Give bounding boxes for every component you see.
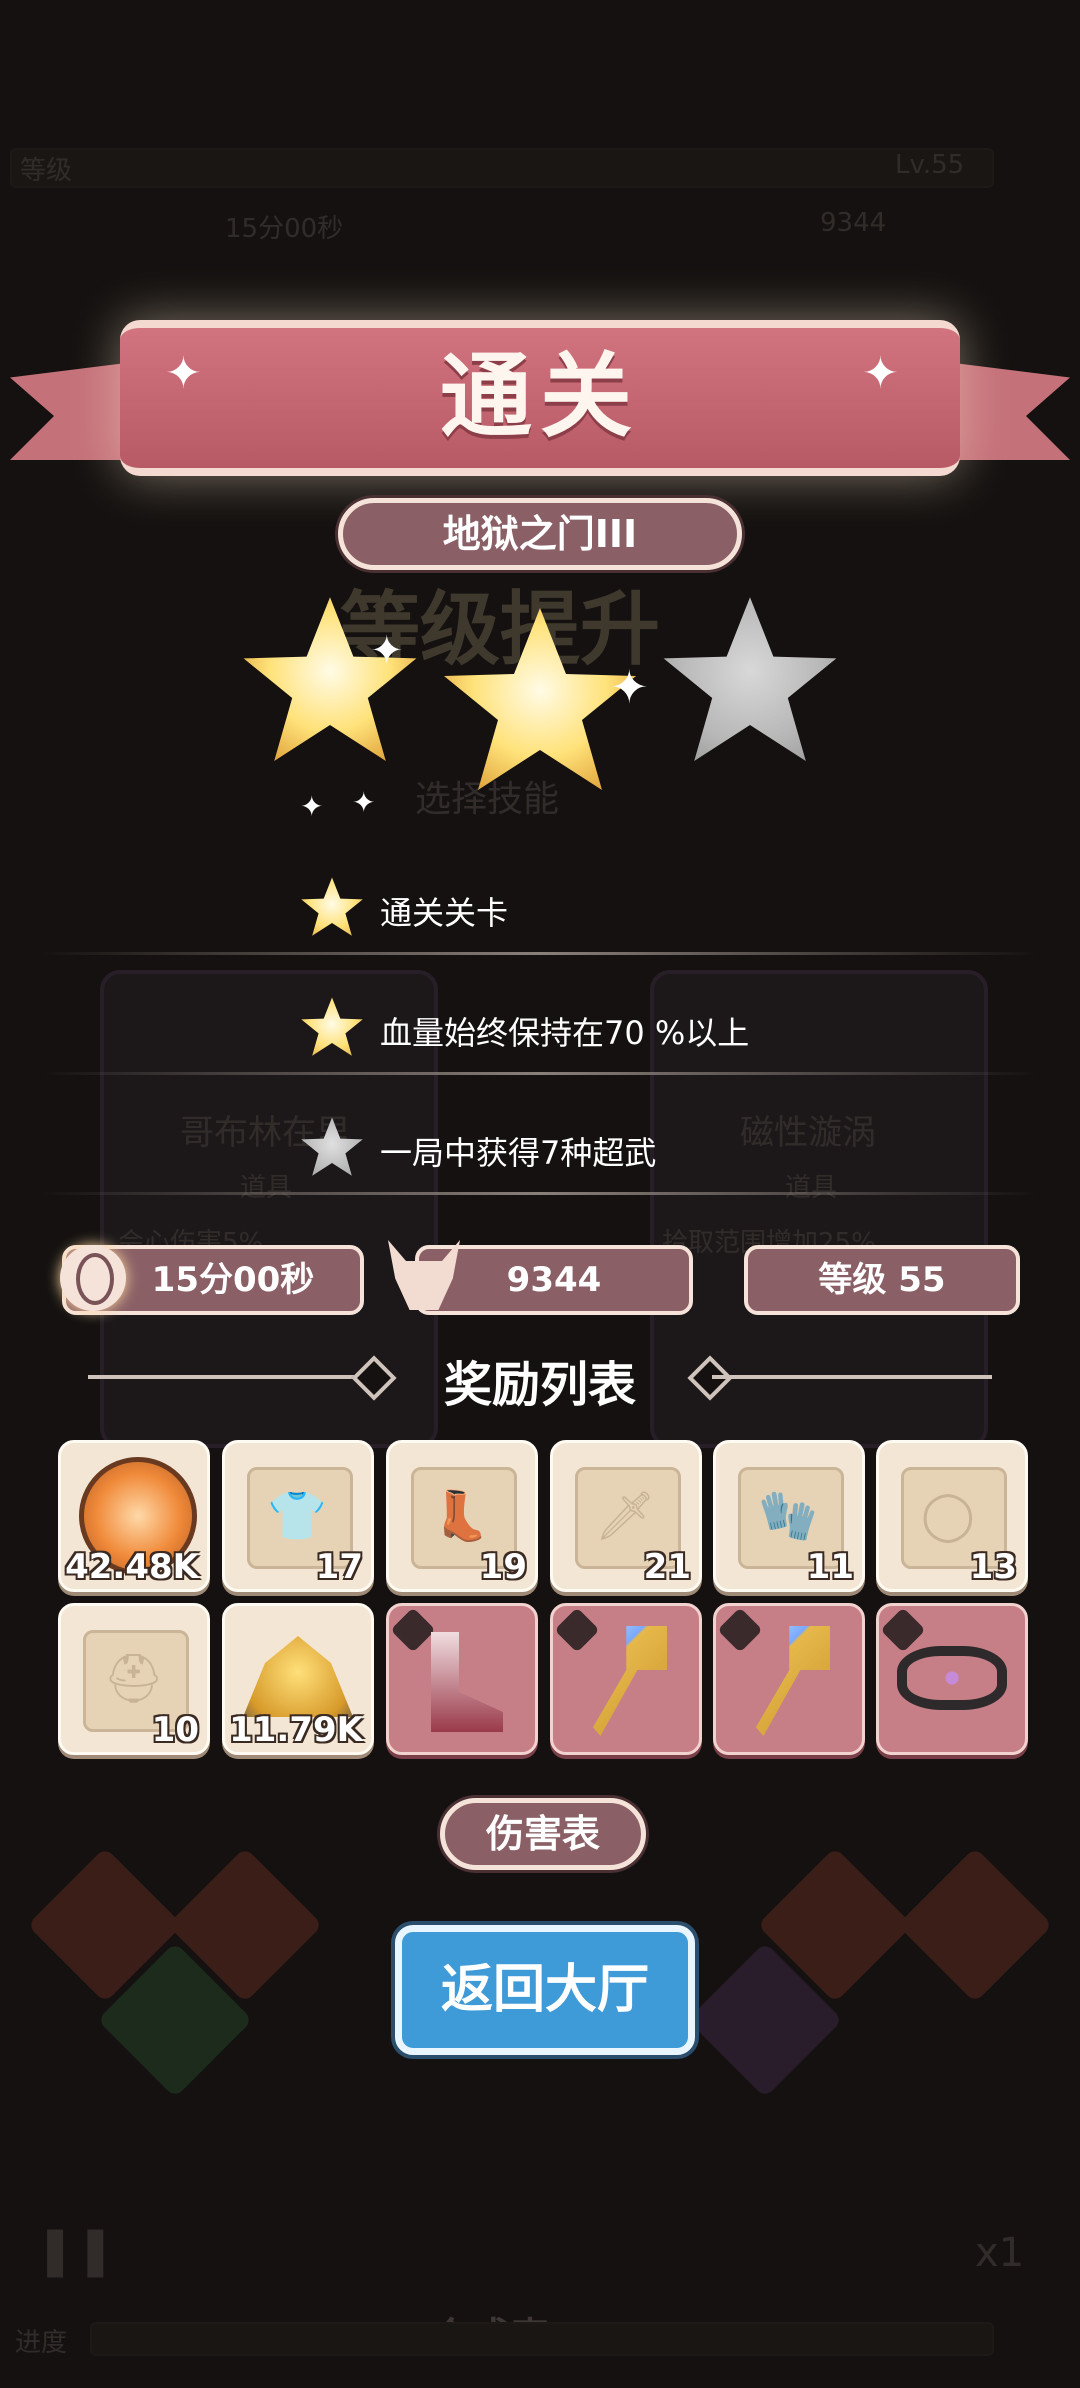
reward-slot[interactable]: 👢 19 [386,1440,538,1592]
reward-slot[interactable]: 42.48K [58,1440,210,1592]
scepter-equipment-icon [593,1626,667,1736]
card-left-type: 道具 [240,1173,293,1203]
kills-value: 9344 [506,1260,602,1300]
equipment-type-icon [554,1607,600,1653]
reward-count: 11.79K [229,1710,363,1750]
reward-slot[interactable] [386,1603,538,1755]
level-value: Lv.55 [895,150,965,180]
reward-slot[interactable]: 👕 17 [222,1440,374,1592]
rewards-title: 奖励列表 [443,1357,636,1413]
sparkle-icon: ✦ [165,348,202,399]
reward-slot[interactable] [713,1603,865,1755]
reward-count: 11 [806,1547,854,1587]
condition-1-text: 通关关卡 [380,894,509,932]
bg-timer: 15分00秒 [225,214,344,244]
boots-equipment-icon [431,1632,503,1732]
card-right-type: 道具 [785,1173,838,1203]
time-stat: 15分00秒 [60,1245,364,1315]
clock-icon [60,1245,126,1311]
reward-slot[interactable] [550,1603,702,1755]
condition-divider [40,952,1040,955]
level-stat: 等级 55 [744,1245,1020,1315]
equipment-type-icon [880,1607,926,1653]
reward-slot[interactable]: ◯ 13 [876,1440,1028,1592]
condition-3-text: 一局中获得7种超武 [380,1134,657,1172]
return-lobby-button[interactable]: 返回大厅 [395,1925,695,2055]
reward-count: 10 [151,1710,199,1750]
reward-count: 13 [969,1547,1017,1587]
reward-count: 17 [315,1547,363,1587]
reward-slot[interactable]: ⛑ 10 [58,1603,210,1755]
glove-scroll-icon: 🧤 [758,1488,818,1544]
time-value: 15分00秒 [151,1260,315,1300]
level-value: 等级 55 [818,1260,946,1300]
result-title: 通关 [439,343,640,450]
progress-label: 进度 [15,2328,68,2358]
level-progress-bar [10,148,994,188]
reward-slot[interactable]: 11.79K [222,1603,374,1755]
reward-slot[interactable]: 🗡 21 [550,1440,702,1592]
sparkle-icon: ✦ [370,628,404,674]
reward-slot[interactable] [876,1603,1028,1755]
sparkle-icon: ✦ [300,790,324,823]
sparkle-icon: ✦ [352,786,376,819]
weapon-slot-icon [897,1847,1053,2003]
equipment-type-icon [390,1607,436,1653]
progress-bar [90,2322,994,2356]
card-right-name: 磁性漩涡 [740,1113,876,1153]
helmet-scroll-icon: ⛑ [103,1651,164,1707]
scepter-equipment-icon [756,1626,830,1736]
condition-2-text: 血量始终保持在70 %以上 [380,1014,750,1052]
armor-scroll-icon: 👕 [267,1488,327,1544]
level-label: 等级 [20,156,73,186]
condition-divider [40,1072,1040,1075]
bg-kills: 9344 [820,208,887,238]
reward-count: 42.48K [65,1547,199,1587]
ring-scroll-icon: ◯ [921,1487,975,1543]
sparkle-icon: ✦ [610,660,649,714]
belt-equipment-icon [897,1646,1007,1710]
section-divider-right [712,1375,992,1379]
speed-label: x1 [975,2230,1025,2276]
weapon-scroll-icon: 🗡 [595,1488,656,1544]
reward-count: 19 [479,1547,527,1587]
boots-scroll-icon: 👢 [431,1488,491,1544]
sparkle-icon: ✦ [862,348,899,399]
pause-icon: ❚❚ [35,2222,116,2278]
reward-slot[interactable]: 🧤 11 [713,1440,865,1592]
reward-count: 21 [643,1547,691,1587]
equipment-type-icon [717,1607,763,1653]
stage-name: 地狱之门III [338,498,742,570]
damage-table-button[interactable]: 伤害表 [440,1798,646,1870]
condition-divider [40,1192,1040,1195]
